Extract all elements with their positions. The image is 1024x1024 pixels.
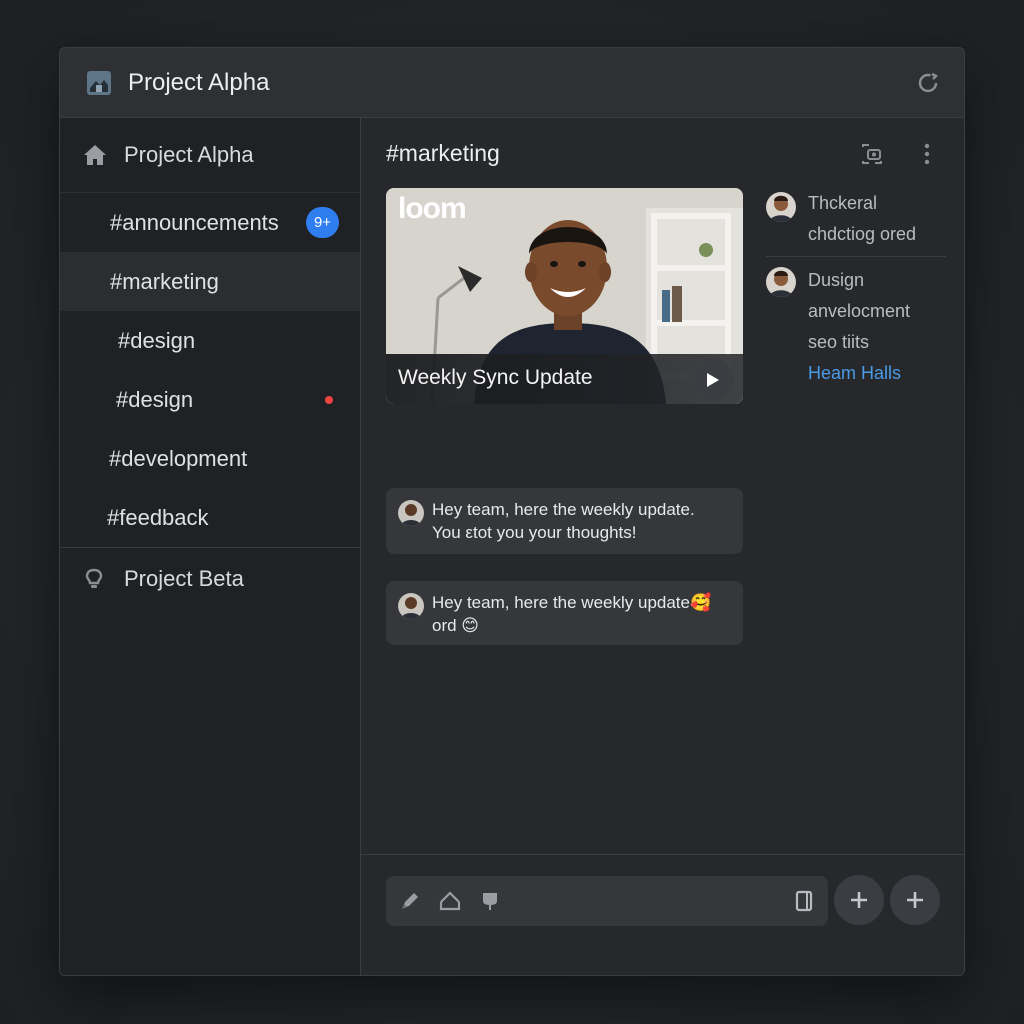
workspace-item-beta[interactable]: Project Beta bbox=[60, 548, 360, 610]
channel-label: #design bbox=[116, 386, 194, 412]
thread-link[interactable]: Heam Halls bbox=[808, 358, 946, 389]
home-icon bbox=[84, 145, 106, 165]
play-icon bbox=[707, 373, 719, 387]
refresh-icon[interactable] bbox=[916, 71, 940, 95]
add-attachment-button[interactable] bbox=[890, 875, 940, 925]
thread-item[interactable]: Dusign anvelocment seo tiits Heam Halls bbox=[766, 265, 946, 389]
channel-item-marketing[interactable]: #marketing bbox=[60, 252, 360, 311]
channel-item-design-2[interactable]: #design bbox=[60, 370, 360, 429]
composer-divider bbox=[361, 854, 964, 855]
thread-item[interactable]: Thckeral chdctiog ored bbox=[766, 188, 946, 250]
avatar bbox=[398, 593, 424, 619]
plus-icon bbox=[907, 892, 923, 908]
channel-item-development[interactable]: #development bbox=[60, 429, 360, 488]
thread-text-line: chdctiog ored bbox=[808, 224, 917, 244]
workspace-name: Project Beta bbox=[124, 566, 244, 591]
thread-panel: Thckeral chdctiog ored Dusign anvelocmen… bbox=[766, 188, 946, 389]
channel-item-announcements[interactable]: #announcements 9+ bbox=[60, 193, 360, 252]
unread-dot bbox=[325, 396, 333, 404]
document-icon[interactable] bbox=[792, 889, 816, 913]
video-card[interactable]: loom Weekly Sync Update bbox=[386, 188, 743, 404]
upload-icon[interactable] bbox=[438, 889, 462, 913]
channel-label: #feedback bbox=[107, 504, 209, 530]
avatar bbox=[398, 500, 424, 526]
channel-item-design[interactable]: #design bbox=[60, 311, 360, 370]
channel-label: #design bbox=[118, 327, 196, 353]
workspace-name: Project Alpha bbox=[124, 142, 254, 167]
thread-text-line: anvelocment bbox=[808, 301, 911, 321]
avatar bbox=[766, 267, 796, 297]
workspace-header[interactable]: Project Alpha bbox=[60, 118, 360, 193]
message-bubble[interactable]: Hey team, here the weekly update🥰 ord 😊 bbox=[386, 581, 743, 645]
plus-icon bbox=[851, 892, 867, 908]
channel-label: #marketing bbox=[110, 268, 219, 294]
loom-logo: loom bbox=[398, 192, 467, 225]
message-bubble[interactable]: Hey team, here the weekly update. You εt… bbox=[386, 488, 743, 554]
thread-divider bbox=[766, 256, 946, 257]
channel-label: #development bbox=[109, 445, 248, 471]
message-composer[interactable] bbox=[386, 876, 828, 926]
video-title: Weekly Sync Update bbox=[398, 366, 593, 389]
lightbulb-icon bbox=[85, 568, 103, 588]
workspace-logo-icon bbox=[87, 70, 111, 95]
share-screen-icon[interactable] bbox=[859, 141, 885, 167]
channel-item-feedback[interactable]: #feedback bbox=[60, 488, 360, 547]
message-text-line: You εtot you your thoughts! bbox=[432, 523, 637, 542]
app-window: Project Alpha Project Alpha #announcemen… bbox=[59, 47, 965, 976]
more-options-icon[interactable] bbox=[917, 141, 937, 167]
add-button[interactable] bbox=[834, 875, 884, 925]
thread-text-line: Dusign bbox=[808, 270, 865, 290]
play-button[interactable] bbox=[691, 359, 733, 401]
video-title-bar: Weekly Sync Update bbox=[386, 354, 743, 404]
microphone-icon[interactable] bbox=[478, 889, 502, 913]
window-title: Project Alpha bbox=[128, 68, 270, 96]
message-text-line: Hey team, here the weekly update🥰 bbox=[432, 593, 712, 612]
unread-badge: 9+ bbox=[306, 207, 339, 238]
thread-text-line: Thckeral bbox=[808, 193, 878, 213]
message-text-line: ord 😊 bbox=[432, 616, 480, 635]
avatar bbox=[766, 192, 796, 222]
channel-title: #marketing bbox=[386, 140, 500, 166]
channel-pane: #marketing loom Weekly Sync Update Hey t… bbox=[361, 118, 964, 975]
title-bar: Project Alpha bbox=[60, 48, 964, 118]
channel-label: #announcements bbox=[110, 209, 279, 235]
sidebar: Project Alpha #announcements 9+ #marketi… bbox=[60, 118, 361, 975]
message-text-line: Hey team, here the weekly update. bbox=[432, 500, 695, 519]
thread-text-line: seo tiits bbox=[808, 332, 870, 352]
pen-icon[interactable] bbox=[398, 889, 422, 913]
